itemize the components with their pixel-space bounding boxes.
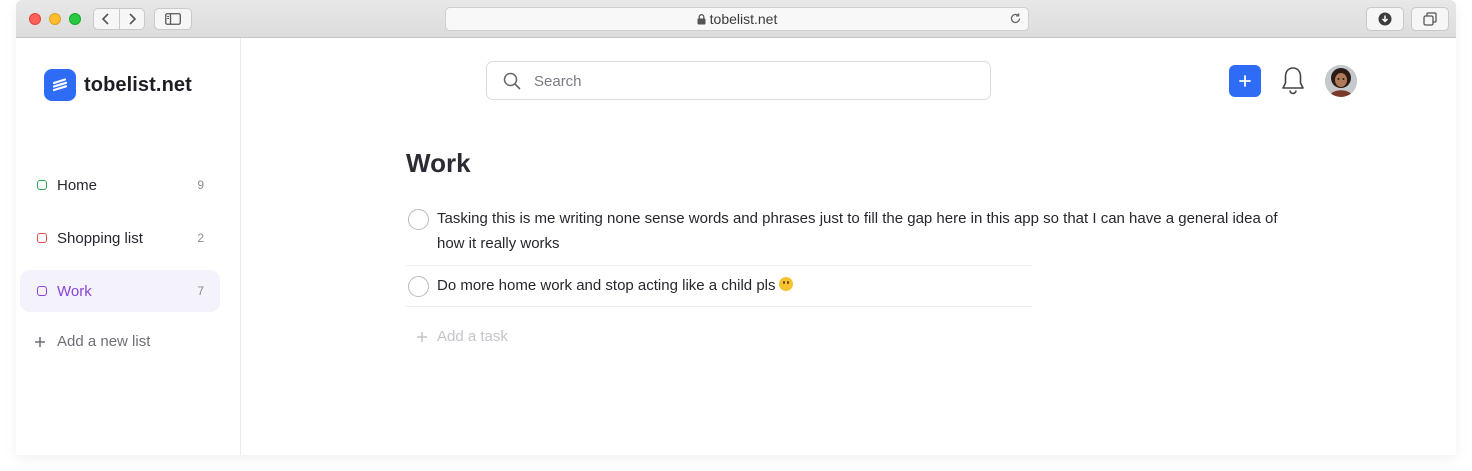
navigation-buttons [93,8,145,30]
plus-icon [34,336,48,348]
sidebar-item-count: 9 [197,178,204,192]
sidebar-item-work[interactable]: Work 7 [20,270,220,312]
notifications-button[interactable] [1280,65,1306,102]
avatar[interactable] [1325,65,1357,97]
task-text: Do more home work and stop acting like a… [437,277,776,294]
add-task-label: Add a task [437,328,508,345]
sidebar-toggle-button[interactable] [154,8,192,30]
plus-icon [1239,75,1251,87]
tabs-icon [1423,12,1437,26]
back-icon [102,13,110,25]
forward-button[interactable] [118,9,144,29]
task-item: Tasking this is me writing none sense wo… [406,200,1278,266]
downloads-button[interactable] [1366,7,1404,31]
sidebar-item-count: 7 [197,284,204,298]
page-title: Work [406,148,471,178]
back-button[interactable] [94,9,119,29]
sidebar-item-home[interactable]: Home 9 [20,164,220,206]
tab-overview-button[interactable] [1411,7,1449,31]
lists-nav: Home 9 Shopping list 2 Work 7 [20,164,220,323]
plus-icon [416,331,428,343]
task-item: Do more home work and stop acting like a… [406,266,1032,307]
lock-icon [697,13,706,25]
forward-icon [129,13,137,25]
main-content: Work Tasking this is me writing none sen… [242,38,1456,455]
add-button[interactable] [1229,65,1261,97]
search-input[interactable] [534,70,974,92]
address-bar-url: tobelist.net [709,11,778,27]
add-list-label: Add a new list [57,333,151,350]
sidebar-item-shopping-list[interactable]: Shopping list 2 [20,217,220,259]
address-bar[interactable]: tobelist.net [445,7,1029,31]
sidebar-icon [165,13,181,25]
reload-icon[interactable] [1009,12,1022,28]
search-icon [503,72,521,95]
smiley-emoji-icon [778,277,793,291]
list-color-icon [37,286,47,296]
list-color-icon [37,233,47,243]
task-text-row[interactable]: Do more home work and stop acting like a… [406,273,1286,298]
brand-name: tobelist.net [84,73,192,96]
maximize-window-button[interactable] [69,13,81,25]
brand[interactable]: tobelist.net [44,69,192,101]
add-list-button[interactable]: Add a new list [34,333,150,350]
bell-icon [1282,67,1304,95]
minimize-window-button[interactable] [49,13,61,25]
sidebar-item-label: Work [57,282,92,300]
browser-window: tobelist.net tobelist.net Home 9 Shoppin… [16,0,1456,455]
close-window-button[interactable] [29,13,41,25]
browser-toolbar: tobelist.net [16,0,1456,38]
sidebar: tobelist.net Home 9 Shopping list 2 Work… [16,38,241,455]
add-task-button[interactable]: Add a task [416,328,508,345]
sidebar-item-label: Home [57,176,98,194]
task-text[interactable]: Tasking this is me writing none sense wo… [406,206,1286,256]
search-bar [486,61,991,100]
sidebar-item-count: 2 [197,231,204,245]
download-icon [1378,12,1392,26]
sidebar-item-label: Shopping list [57,229,143,247]
task-list: Tasking this is me writing none sense wo… [406,200,1286,307]
logo-icon [44,69,76,101]
list-color-icon [37,180,47,190]
